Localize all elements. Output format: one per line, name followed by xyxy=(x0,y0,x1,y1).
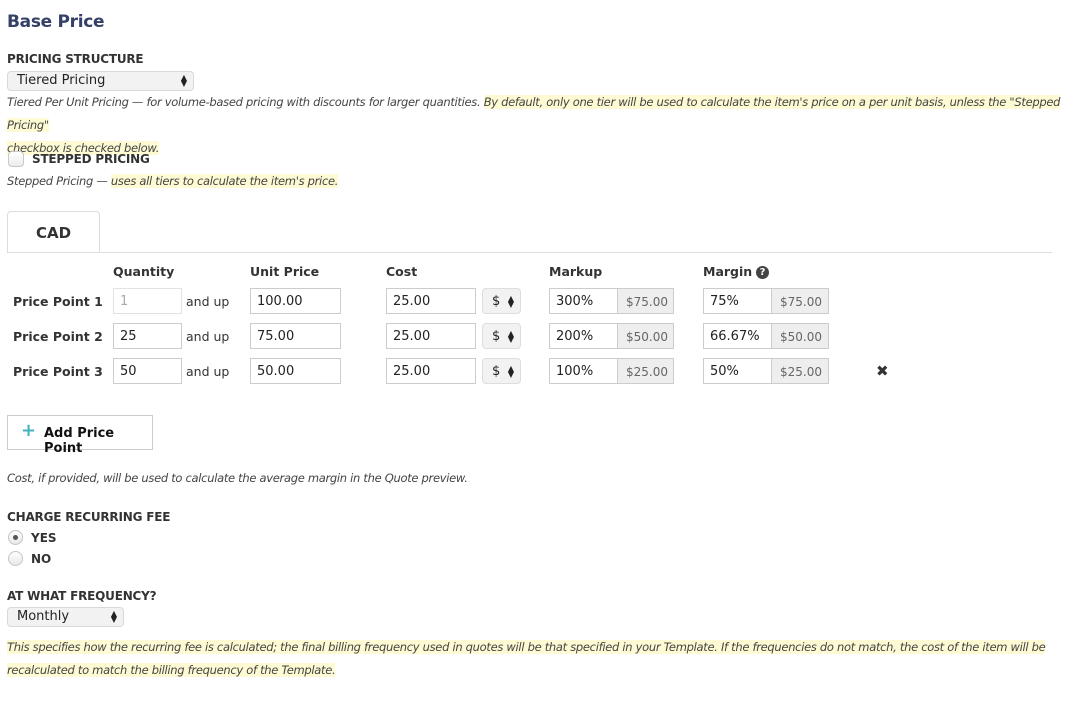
frequency-help: This specifies how the recurring fee is … xyxy=(7,640,1046,677)
price-point-label: Price Point 1 xyxy=(13,294,103,309)
select-arrows-icon: ▲ ▼ xyxy=(507,364,514,379)
recurring-fee-no-label[interactable]: NO xyxy=(31,552,51,566)
remove-price-point-icon[interactable]: ✖ xyxy=(876,362,889,380)
add-price-point-button[interactable]: + Add Price Point xyxy=(7,415,153,456)
recurring-fee-label: CHARGE RECURRING FEE xyxy=(7,510,171,524)
margin-amount: $25.00 xyxy=(772,358,829,384)
column-header-cost: Cost xyxy=(386,264,418,279)
column-header-unit-price: Unit Price xyxy=(250,264,320,279)
radio-selected-dot xyxy=(13,535,18,540)
price-point-label: Price Point 3 xyxy=(13,364,103,379)
tab-divider xyxy=(7,252,1052,253)
select-arrows-icon: ▲ ▼ xyxy=(507,329,514,344)
cost-input[interactable]: 25.00 xyxy=(386,358,476,384)
quantity-input[interactable]: 1 xyxy=(113,288,182,314)
margin-amount: $75.00 xyxy=(772,288,829,314)
pricing-structure-label: PRICING STRUCTURE xyxy=(7,52,144,66)
markup-amount: $25.00 xyxy=(618,358,674,384)
page-title: Base Price xyxy=(7,12,105,32)
markup-amount: $50.00 xyxy=(618,323,674,349)
markup-input[interactable]: 100% xyxy=(549,358,618,384)
margin-input[interactable]: 75% xyxy=(703,288,772,314)
column-header-markup: Markup xyxy=(549,264,603,279)
cost-unit-value: $ xyxy=(492,364,501,379)
markup-amount: $75.00 xyxy=(618,288,674,314)
stepped-pricing-help: Stepped Pricing — uses all tiers to calc… xyxy=(7,174,339,188)
pricing-structure-help: Tiered Per Unit Pricing — for volume-bas… xyxy=(7,95,1061,155)
select-arrows-icon: ▲ ▼ xyxy=(110,609,117,624)
and-up-label: and up xyxy=(186,364,230,379)
unit-price-input[interactable]: 100.00 xyxy=(250,288,341,314)
tab-cad[interactable]: CAD xyxy=(7,211,100,253)
price-point-label: Price Point 2 xyxy=(13,329,103,344)
frequency-select[interactable]: Monthly ▲ ▼ xyxy=(7,607,124,627)
markup-input[interactable]: 300% xyxy=(549,288,618,314)
and-up-label: and up xyxy=(186,294,230,309)
and-up-label: and up xyxy=(186,329,230,344)
cost-unit-select[interactable]: $ ▲ ▼ xyxy=(482,288,521,314)
cost-unit-value: $ xyxy=(492,329,501,344)
recurring-fee-yes-label[interactable]: YES xyxy=(31,531,57,545)
markup-input[interactable]: 200% xyxy=(549,323,618,349)
margin-input[interactable]: 66.67% xyxy=(703,323,772,349)
recurring-fee-no-radio[interactable] xyxy=(8,551,23,566)
quantity-input[interactable]: 50 xyxy=(113,358,182,384)
plus-icon: + xyxy=(21,420,37,441)
quantity-input[interactable]: 25 xyxy=(113,323,182,349)
stepped-pricing-checkbox[interactable] xyxy=(8,151,24,167)
column-header-quantity: Quantity xyxy=(113,264,175,279)
unit-price-input[interactable]: 75.00 xyxy=(250,323,341,349)
recurring-fee-yes-radio[interactable] xyxy=(8,530,23,545)
cost-unit-value: $ xyxy=(492,294,501,309)
column-header-margin: Margin xyxy=(703,264,753,279)
add-price-point-label: Add Price Point xyxy=(44,426,115,456)
margin-amount: $50.00 xyxy=(772,323,829,349)
stepped-pricing-help-highlight: uses all tiers to calculate the item's p… xyxy=(110,174,339,188)
pricing-structure-select[interactable]: Tiered Pricing ▲ ▼ xyxy=(7,71,194,91)
select-arrows-icon: ▲ ▼ xyxy=(180,73,187,88)
margin-help-icon[interactable]: ? xyxy=(756,266,769,279)
cost-unit-select[interactable]: $ ▲ ▼ xyxy=(482,358,521,384)
margin-input[interactable]: 50% xyxy=(703,358,772,384)
pricing-structure-value: Tiered Pricing xyxy=(17,73,106,88)
frequency-label: AT WHAT FREQUENCY? xyxy=(7,589,157,603)
cost-note: Cost, if provided, will be used to calcu… xyxy=(7,471,468,485)
cost-unit-select[interactable]: $ ▲ ▼ xyxy=(482,323,521,349)
cost-input[interactable]: 25.00 xyxy=(386,288,476,314)
frequency-value: Monthly xyxy=(17,609,70,624)
stepped-pricing-label[interactable]: STEPPED PRICING xyxy=(32,152,150,166)
cost-input[interactable]: 25.00 xyxy=(386,323,476,349)
unit-price-input[interactable]: 50.00 xyxy=(250,358,341,384)
select-arrows-icon: ▲ ▼ xyxy=(507,294,514,309)
